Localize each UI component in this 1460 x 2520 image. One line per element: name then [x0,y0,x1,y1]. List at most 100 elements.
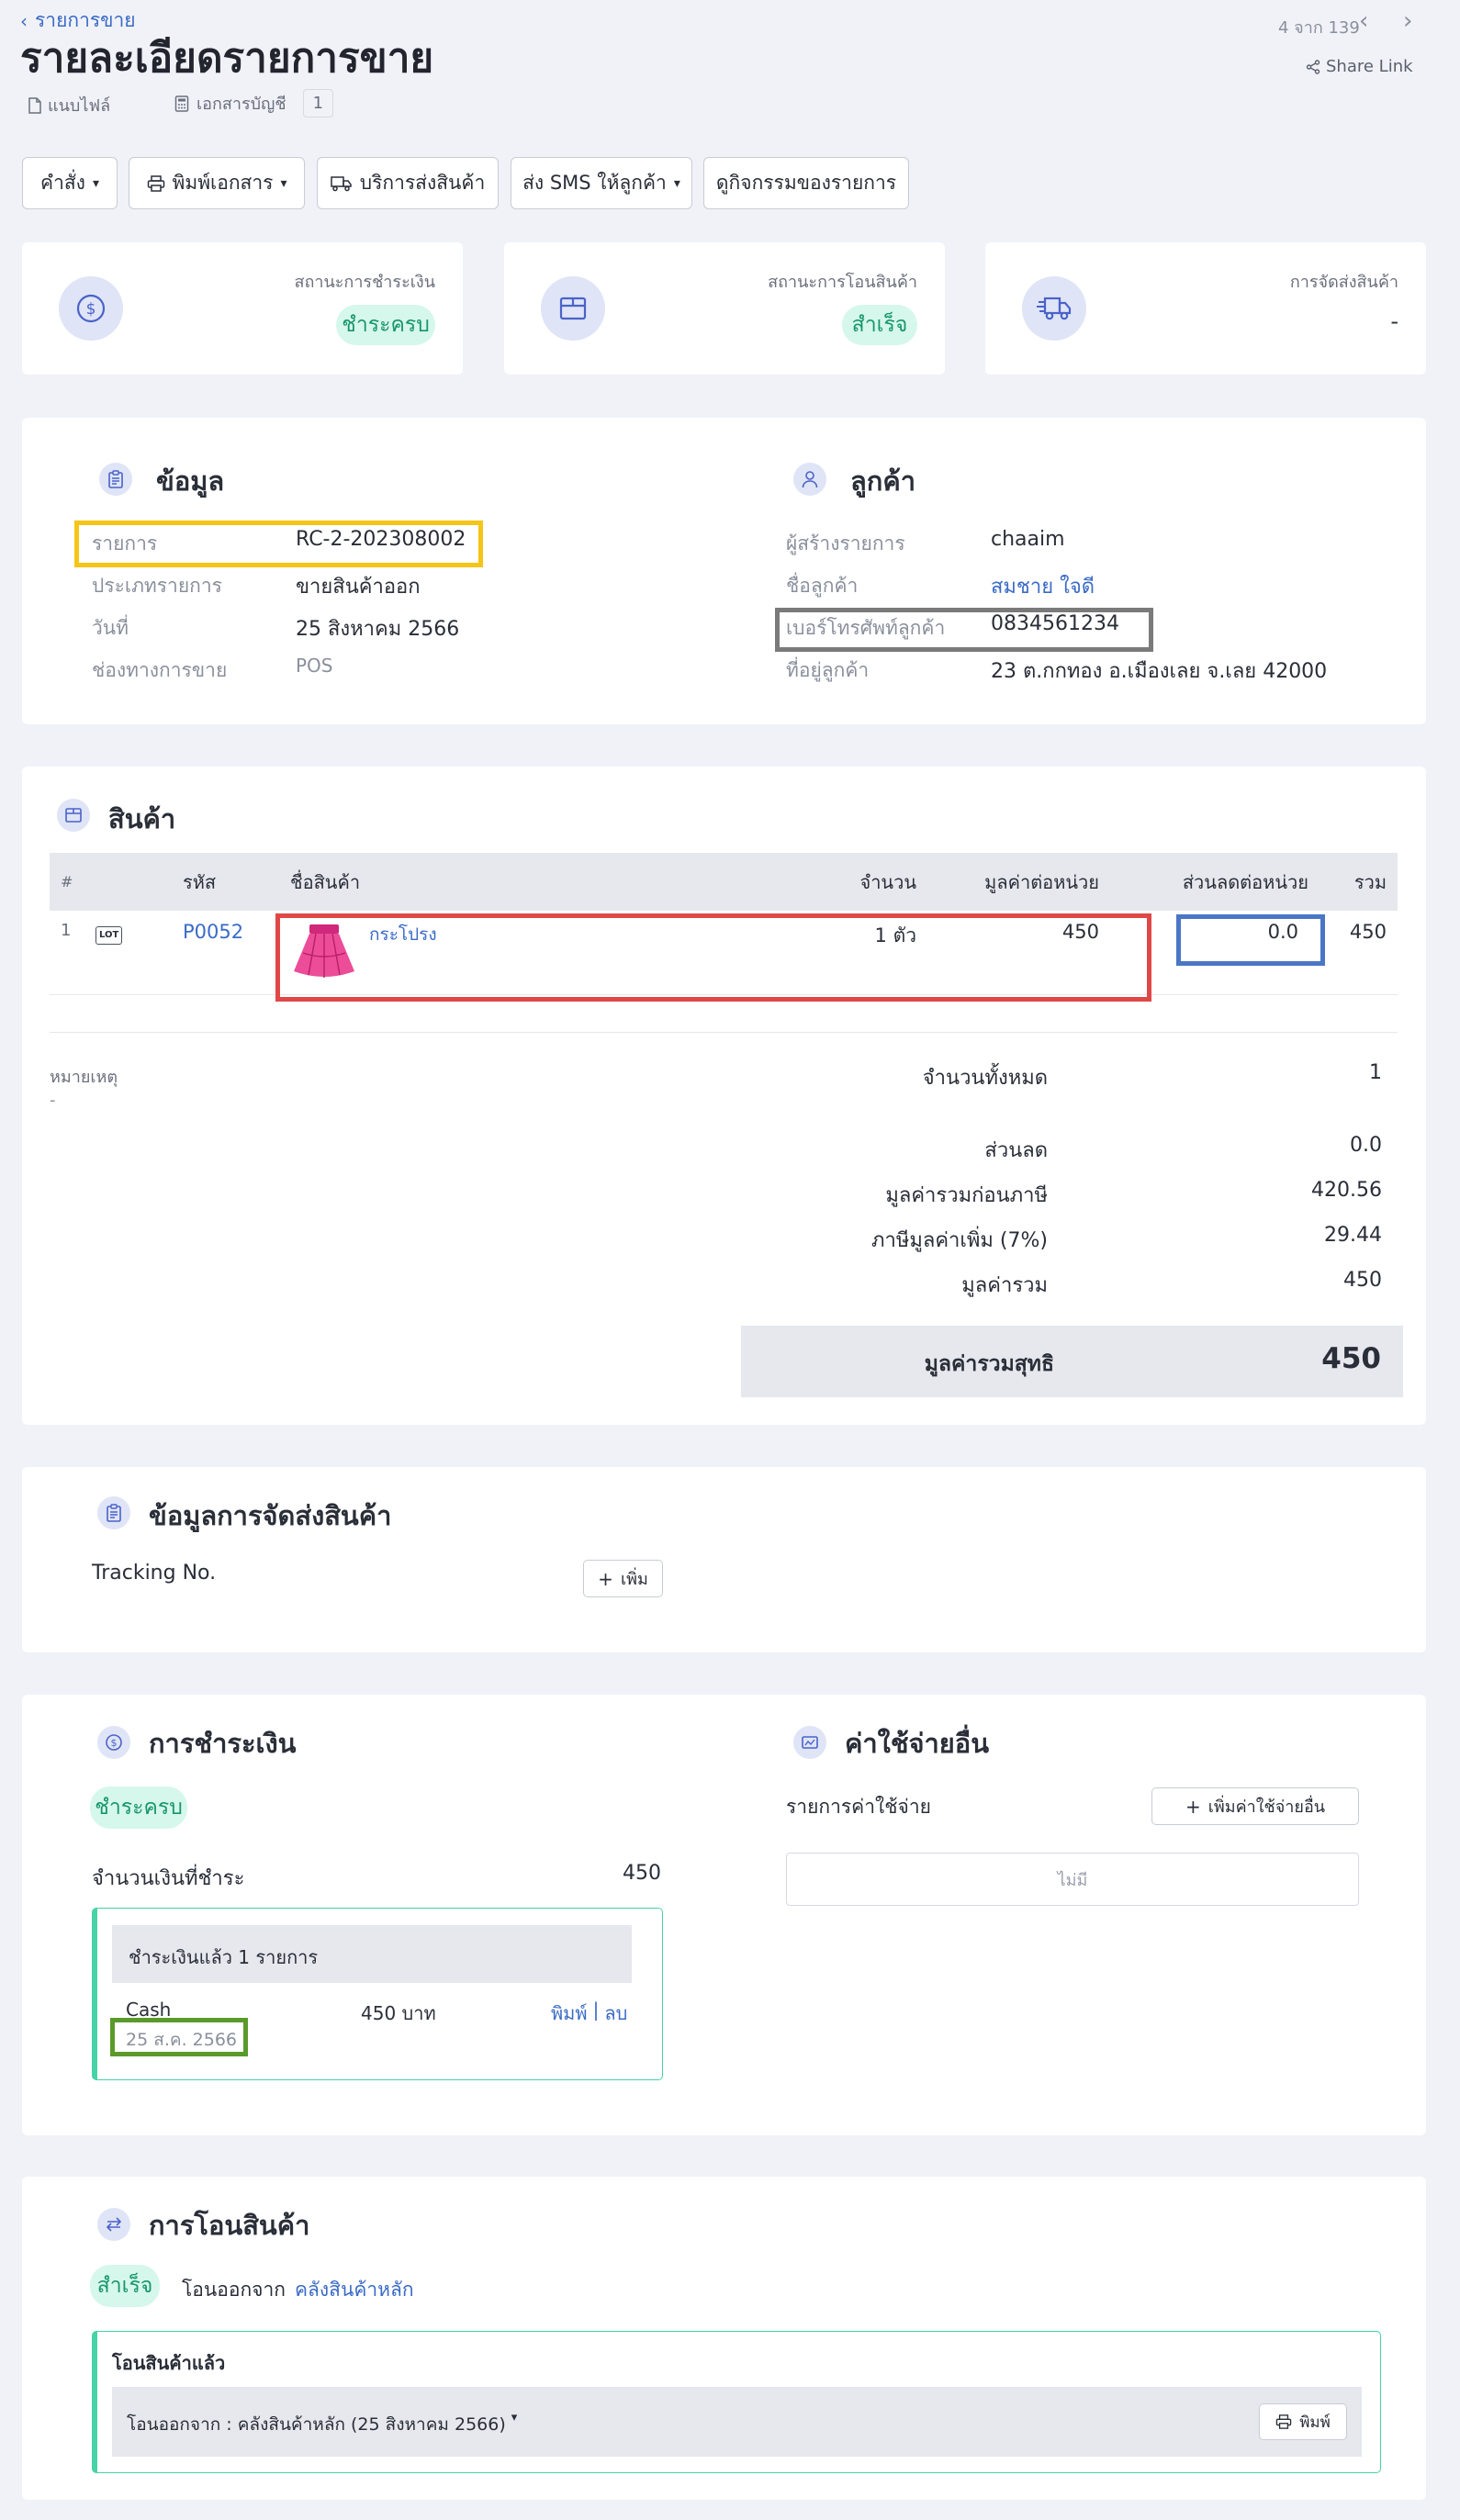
summary-label-count: จำนวนทั้งหมด [922,1067,1048,1090]
summary-value-vat: 29.44 [1324,1224,1382,1247]
payment-expenses-card: $ การชำระเงิน ชำระครบ จำนวนเงินที่ชำระ 4… [22,1695,1426,2135]
clipboard-icon [97,1496,130,1529]
send-sms-dropdown[interactable]: ส่ง SMS ให้ลูกค้า ▾ [511,157,692,209]
print-transfer-label: พิมพ์ [1299,2413,1331,2432]
info-value-date: 25 สิงหาคม 2566 [296,618,460,641]
customer-name-link[interactable]: สมชาย ใจดี [991,570,1095,602]
payment-title: การชำระเงิน [149,1728,297,1759]
delivery-status-card: การจัดส่งสินค้า - [985,242,1426,375]
command-dropdown[interactable]: คำสั่ง ▾ [22,157,118,209]
print-docs-label: พิมพ์เอกสาร [172,172,274,194]
accounting-docs-count: 1 [302,89,334,118]
payment-status-pill: ชำระครบ [90,1786,187,1829]
add-tracking-button[interactable]: + เพิ่ม [583,1560,663,1597]
lot-badge[interactable]: LOT [95,926,123,945]
customer-label-creator: ผู้สร้างรายการ [786,532,905,554]
share-icon [1306,59,1320,74]
col-index: # [61,873,73,890]
summary-label-vat: ภาษีมูลค่าเพิ่ม (7%) [871,1229,1048,1252]
customer-title: ลูกค้า [850,465,916,497]
paid-amount-label: จำนวนเงินที่ชำระ [92,1867,245,1890]
customer-value-address: 23 ต.กกทอง อ.เมืองเลย จ.เลย 42000 [991,660,1328,683]
shipping-service-label: บริการส่งสินค้า [359,172,486,194]
info-label-channel: ช่องทางการขาย [92,659,228,681]
expenses-title: ค่าใช้จ่ายอื่น [845,1728,990,1759]
summary-label-total: มูลค่ารวม [961,1274,1048,1297]
pager-text: 4 จาก 139 [1278,18,1360,38]
calculator-icon [174,95,189,112]
print-receipt-link[interactable]: พิมพ์ [551,1999,588,2028]
command-label: คำสั่ง [40,172,85,194]
divider [50,1032,1398,1033]
shipping-service-button[interactable]: บริการส่งสินค้า [317,157,499,209]
chevron-down-icon: ▾ [511,2411,518,2425]
transfer-entry-toggle[interactable]: โอนออกจาก : คลังสินค้าหลัก (25 สิงหาคม 2… [127,2411,517,2438]
note-value: - [50,1091,56,1110]
transfer-status-badge: สำเร็จ [842,305,917,345]
share-link-label: Share Link [1326,57,1413,76]
net-total-bar: มูลค่ารวมสุทธิ 450 [741,1326,1403,1397]
activity-label: ดูกิจกรรมของรายการ [715,172,897,194]
warehouse-link[interactable]: คลังสินค้าหลัก [295,2275,414,2305]
attach-file-label: แนบไฟล์ [48,96,111,116]
clipboard-icon [99,463,132,496]
transfer-arrows-icon [97,2208,130,2241]
product-name-link[interactable]: กระโปรง [369,921,437,948]
link-separator: | [592,1999,600,2021]
dollar-icon: $ [59,276,123,341]
user-icon [793,463,826,496]
transfer-box: โอนสินค้าแล้ว โอนออกจาก : คลังสินค้าหลัก… [92,2331,1381,2473]
product-code-link[interactable]: P0052 [183,921,243,943]
box-icon [57,799,90,832]
shipping-card: ข้อมูลการจัดส่งสินค้า Tracking No. + เพิ… [22,1467,1426,1652]
customer-label-name: ชื่อลูกค้า [786,575,859,597]
expenses-empty-text: ไม่มี [1057,1870,1088,1890]
delivery-status-value: - [1390,308,1398,334]
summary-label-discount: ส่วนลด [984,1139,1048,1162]
info-value-doc: RC-2-202308002 [296,528,466,551]
add-expense-button[interactable]: + เพิ่มค่าใช้จ่ายอื่น [1151,1787,1359,1825]
accounting-docs-label: เอกสารบัญชี [197,95,286,114]
product-image [288,922,360,980]
print-transfer-button[interactable]: พิมพ์ [1259,2403,1347,2440]
net-total-value: 450 [1321,1342,1381,1375]
chevron-down-icon: ▾ [92,175,99,191]
accounting-docs-button[interactable]: เอกสารบัญชี 1 [174,89,334,118]
printer-icon [147,174,164,192]
activity-button[interactable]: ดูกิจกรรมของรายการ [703,157,909,209]
print-docs-dropdown[interactable]: พิมพ์เอกสาร ▾ [129,157,305,209]
tracking-label: Tracking No. [92,1562,217,1585]
transfer-from: โอนออกจาก คลังสินค้าหลัก [182,2275,414,2305]
transfer-status-card: สถานะการโอนสินค้า สำเร็จ [504,242,945,375]
col-qty: จำนวน [859,870,916,893]
note-label: หมายเหตุ [50,1068,118,1087]
payment-status-badge: ชำระครบ [336,305,435,345]
delete-payment-link[interactable]: ลบ [604,1999,627,2028]
customer-value-creator: chaaim [991,528,1065,551]
prev-record-icon[interactable]: ‹ [1359,7,1368,35]
transfer-card: การโอนสินค้า สำเร็จ โอนออกจาก คลังสินค้า… [22,2177,1426,2500]
next-record-icon[interactable]: › [1403,7,1412,35]
info-value-channel: POS [296,655,333,677]
customer-label-address: ที่อยู่ลูกค้า [786,659,870,681]
paid-header-bar: ชำระเงินแล้ว 1 รายการ [112,1925,632,1983]
transfer-from-prefix: โอนออกจาก [182,2279,286,2301]
products-table-header: # รหัส ชื่อสินค้า จำนวน มูลค่าต่อหน่วย ส… [50,853,1398,911]
attach-file-button[interactable]: แนบไฟล์ [28,92,110,118]
col-unit-price: มูลค่าต่อหน่วย [984,870,1099,893]
customer-value-phone: 0834561234 [991,612,1119,635]
plus-icon: + [598,1567,613,1590]
transfer-status-label: สถานะการโอนสินค้า [768,273,917,292]
summary-value-total: 450 [1343,1269,1382,1292]
transfer-status-pill: สำเร็จ [90,2265,160,2307]
paid-amount-value: 450 [623,1862,661,1885]
info-label-doc: รายการ [92,532,158,554]
svg-text:$: $ [86,300,96,319]
chevron-down-icon: ▾ [673,175,680,191]
share-link-button[interactable]: Share Link [1306,57,1413,76]
receipt-icon [793,1726,826,1759]
add-expense-label: เพิ่มค่าใช้จ่ายอื่น [1207,1798,1326,1817]
paid-header-label: ชำระเงินแล้ว 1 รายการ [129,1946,319,1968]
product-discount: 0.0 [1267,921,1298,943]
paid-box: ชำระเงินแล้ว 1 รายการ Cash 450 บาท พิมพ์… [92,1908,663,2080]
